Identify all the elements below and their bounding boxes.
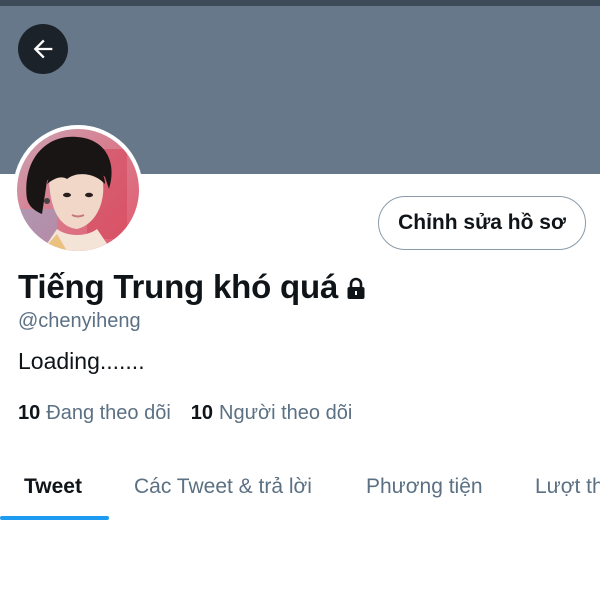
profile-page: Chỉnh sửa hồ sơ Tiếng Trung khó quá @che… — [0, 0, 600, 603]
active-tab-indicator — [0, 516, 109, 520]
following-count: 10 — [18, 402, 41, 424]
display-name: Tiếng Trung khó quá — [18, 268, 339, 305]
user-handle: @chenyiheng — [18, 310, 141, 332]
follow-stats: 10 Đang theo dõi 10 Người theo dõi — [18, 402, 372, 425]
display-name-row: Tiếng Trung khó quá — [18, 268, 368, 306]
following-label: Đang theo dõi — [46, 402, 171, 424]
lock-icon — [347, 277, 365, 299]
back-button[interactable] — [18, 24, 68, 74]
followers-stat[interactable]: 10 Người theo dõi — [191, 402, 353, 425]
tab-tweets[interactable]: Tweet — [24, 458, 82, 516]
following-stat[interactable]: 10 Đang theo dõi — [18, 402, 171, 425]
profile-tabs: Tweet Các Tweet & trả lời Phương tiện Lư… — [0, 458, 600, 520]
tab-tweets-replies[interactable]: Các Tweet & trả lời — [134, 458, 312, 516]
followers-label: Người theo dõi — [219, 402, 353, 424]
tab-media[interactable]: Phương tiện — [366, 458, 483, 516]
avatar[interactable] — [17, 129, 139, 251]
edit-profile-label: Chỉnh sửa hồ sơ — [398, 211, 566, 234]
user-bio: Loading....... — [18, 348, 145, 374]
arrow-left-icon — [33, 39, 53, 59]
followers-count: 10 — [190, 402, 214, 424]
avatar-image — [17, 129, 139, 251]
tab-likes[interactable]: Lượt thích — [535, 458, 600, 516]
edit-profile-button[interactable]: Chỉnh sửa hồ sơ — [378, 196, 586, 250]
